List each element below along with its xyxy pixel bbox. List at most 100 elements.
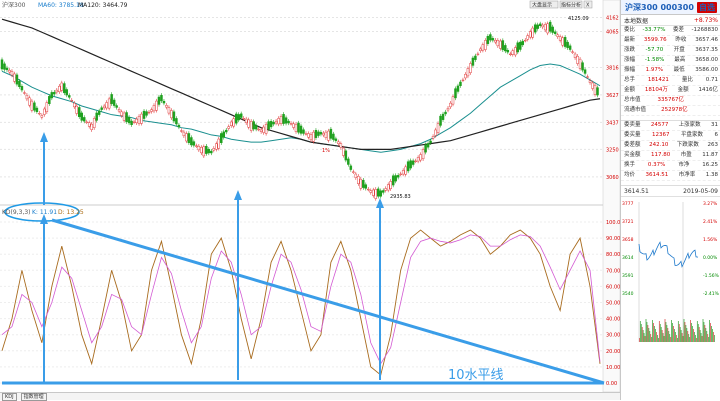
top-legend: 沪深300 [2, 1, 26, 9]
quote-label: 最新 [624, 37, 636, 43]
tag-index[interactable]: 指数管理 [20, 392, 47, 401]
candle-body [40, 115, 44, 118]
candle-body [484, 40, 487, 50]
mini-volume-bar [713, 332, 714, 342]
candle-body [132, 121, 136, 123]
candle-body [401, 170, 405, 175]
candle-body [45, 102, 49, 113]
candle-body [8, 69, 11, 73]
candle-body [444, 111, 447, 115]
candle-body [491, 38, 495, 41]
candle-body [372, 189, 375, 196]
candle-body [314, 130, 318, 138]
quote-value: 117.80 [651, 152, 671, 158]
candle-body [533, 24, 537, 33]
candle-body [145, 111, 148, 116]
mini-volume-bar [680, 330, 682, 342]
candle-body [30, 100, 34, 111]
candle-body [254, 125, 258, 130]
panel-title: 沪深300 000300 [625, 2, 694, 12]
close-button[interactable]: X [586, 3, 590, 9]
candle-body [309, 134, 313, 141]
candle-body [302, 129, 305, 134]
mini-chart: 3777 3.27% 3721 2.41% 3658 1.56% 3614 0.00% 3591… [621, 197, 720, 347]
candle-body [561, 37, 564, 46]
candle-body [87, 122, 91, 127]
price-tick: 3060 [606, 175, 619, 181]
quote-value-2: 3657.46 [695, 37, 718, 43]
candle-body [234, 113, 238, 124]
quote-value: 0.37% [647, 162, 666, 168]
quote-label-2: 最低 [673, 67, 685, 73]
main-chart[interactable]: 沪深300 MA60: 3785.18 MA120: 3464.79 大盘显示 … [0, 0, 620, 401]
quote-value-2: 31 [710, 122, 718, 128]
candle-body [347, 158, 350, 165]
candle-body [586, 76, 589, 78]
quote-row: 换手 0.37% 市净 16.25 [621, 161, 720, 171]
quote-row: 委卖量 24577 上涨家数 31 [621, 121, 720, 131]
quote-label-2: 委差 [672, 27, 684, 33]
quote-value-2: -1268830 [691, 27, 718, 33]
quote-label: 涨幅 [624, 57, 636, 63]
candle-body [237, 114, 240, 121]
tag-kdj[interactable]: KDJ [2, 392, 17, 401]
mini-volume-bar [694, 332, 695, 342]
analysis-button[interactable]: 指标分析 [561, 2, 581, 9]
quote-label: 总手 [624, 77, 636, 83]
mini-volume-bar [658, 321, 660, 342]
quote-value-2: 16.25 [702, 162, 718, 168]
candle-body [112, 99, 116, 106]
candle-body [381, 190, 385, 193]
quote-label: 委差额 [624, 142, 641, 148]
quote-value: 18104万 [644, 87, 668, 93]
show-board-button[interactable]: 大盘显示 [532, 2, 552, 9]
candle-body [411, 160, 415, 165]
candle-body [551, 26, 554, 33]
quote-table-2: 委卖量 24577 上涨家数 31 委买量 12367 平盘家数 6 委差额 242.10 下跌家数… [621, 120, 720, 181]
price-tick: 3250 [606, 147, 619, 153]
mini-volume-bar [706, 331, 708, 342]
candle-body [399, 173, 402, 176]
candle-body [200, 147, 203, 154]
candle-body [414, 160, 417, 163]
candle-body [416, 157, 420, 162]
mini-volume-bar [709, 320, 710, 342]
candle-body [175, 118, 178, 125]
kd-tick: 70.00 [606, 268, 620, 274]
mini-volume-bar [653, 323, 654, 342]
candle-body [471, 57, 475, 66]
mini-volume-bar [668, 331, 670, 342]
candle-body [344, 150, 348, 161]
quote-value: -57.70 [645, 47, 664, 53]
mini-tick: 3777 [622, 201, 634, 207]
candle-body [434, 129, 437, 136]
quote-label: 委卖量 [624, 122, 641, 128]
quote-value: 242.10 [649, 142, 669, 148]
quote-label: 委买量 [624, 132, 641, 138]
low-label: 2935.83 [390, 194, 411, 200]
price-tick: 3627 [606, 93, 619, 99]
local-data-badge[interactable]: 自选 [697, 1, 717, 13]
candle-body [499, 40, 502, 49]
candle-body [63, 83, 66, 94]
candle-body [187, 133, 191, 143]
candle-body [18, 80, 21, 88]
mini-volume-bar [708, 337, 710, 342]
mini-volume-bar [690, 320, 691, 342]
candle-body [511, 50, 515, 55]
candle-body [177, 124, 181, 128]
candle-body [222, 131, 226, 138]
candle-body [82, 117, 86, 122]
mini-volume-bar [701, 336, 703, 342]
panel-subheader: 本地数据 +8.73% [621, 15, 720, 26]
candle-body [272, 121, 275, 125]
candle-body [85, 121, 88, 123]
mini-volume-bar [695, 335, 696, 342]
quote-value-2: 3586.00 [695, 67, 718, 73]
candle-body [553, 31, 557, 34]
bottom-toolbar: KDJ 指数管理 [0, 392, 620, 401]
quote-label: 金额 [624, 87, 636, 93]
candle-body [239, 113, 243, 118]
candle-body [543, 24, 547, 31]
candle-body [259, 129, 263, 132]
